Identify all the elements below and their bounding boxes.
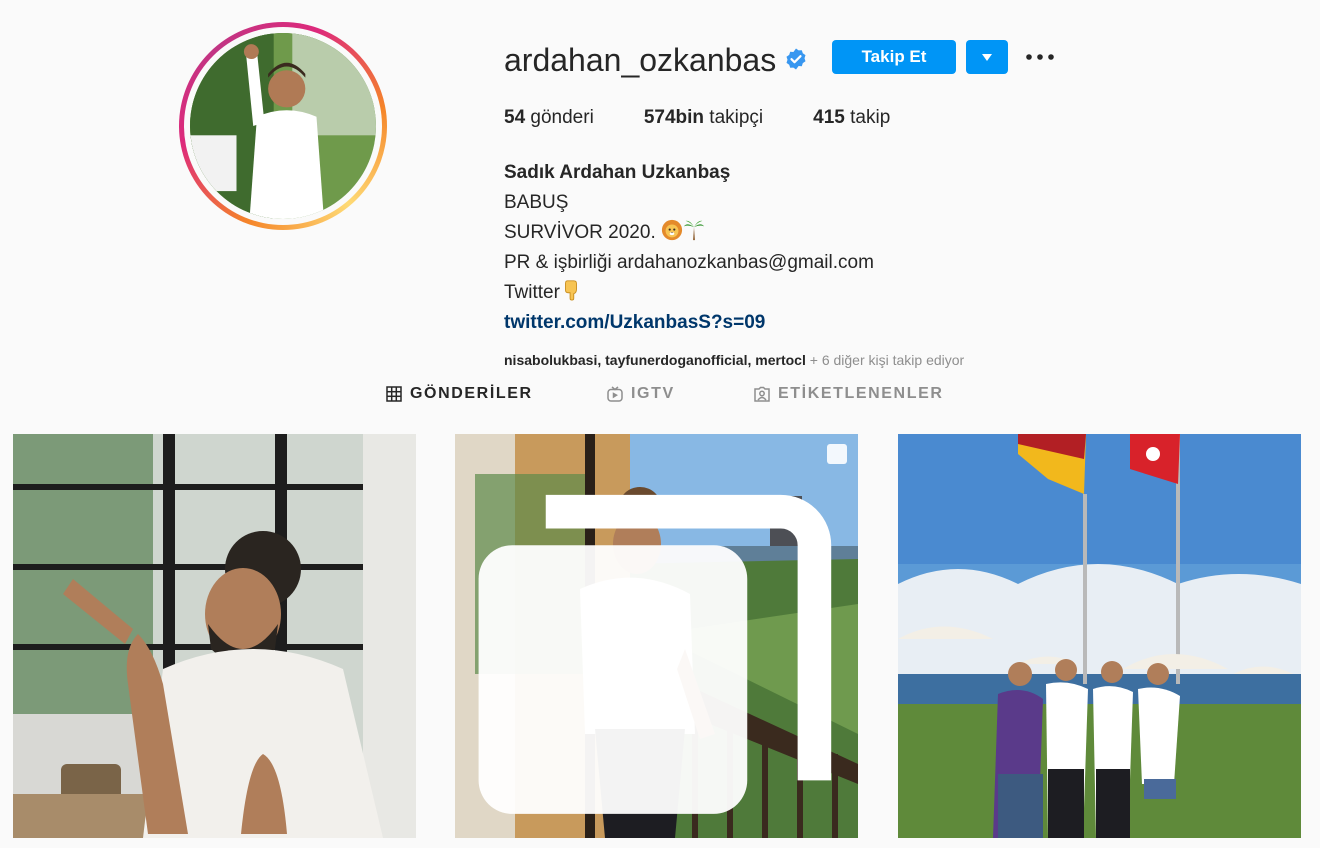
- tagged-icon: [754, 386, 770, 402]
- following-count[interactable]: 415 takip: [813, 107, 890, 129]
- caret-down-icon: [982, 53, 992, 61]
- profile-stats: 54 gönderi 574bin takipçi 415 takip: [504, 107, 940, 129]
- igtv-icon: [607, 386, 623, 402]
- suggestions-dropdown-button[interactable]: [966, 40, 1008, 74]
- follower-name[interactable]: mertocl: [755, 352, 806, 368]
- bio-line: Twitter: [504, 278, 874, 308]
- follower-name[interactable]: nisabolukbasi: [504, 352, 597, 368]
- pointing-down-emoji-icon: [564, 280, 577, 301]
- followed-by[interactable]: nisabolukbasi, tayfunerdoganofficial, me…: [504, 352, 964, 368]
- bio-line: BABUŞ: [504, 192, 569, 213]
- story-ring[interactable]: [179, 22, 387, 230]
- post-image: [898, 434, 1301, 838]
- avatar: [190, 33, 376, 219]
- post-thumbnail[interactable]: [13, 434, 416, 838]
- lion-emoji-icon: [661, 219, 683, 241]
- bio-line: PR & işbirliği ardahanozkanbas@gmail.com: [504, 252, 874, 273]
- post-thumbnail[interactable]: [455, 434, 858, 838]
- profile-page: ardahan_ozkanbas Takip Et 54 gönderi 574…: [0, 0, 1320, 848]
- external-link[interactable]: twitter.com/UzkanbasS?s=09: [504, 308, 874, 338]
- post-image: [13, 434, 416, 838]
- followers-count[interactable]: 574bin takipçi: [644, 107, 763, 129]
- profile-tabs: GÖNDERİLER IGTV ETİKETLENENLER: [0, 385, 1320, 413]
- full-name: Sadık Ardahan Uzkanbaş: [504, 162, 731, 183]
- tab-igtv[interactable]: IGTV: [607, 385, 675, 403]
- grid-icon: [386, 386, 402, 402]
- tab-tagged[interactable]: ETİKETLENENLER: [754, 385, 944, 403]
- profile-bio: Sadık Ardahan Uzkanbaş BABUŞ SURVİVOR 20…: [504, 158, 874, 338]
- palm-tree-emoji-icon: [683, 220, 705, 241]
- follow-button[interactable]: Takip Et: [832, 40, 956, 74]
- username: ardahan_ozkanbas: [504, 42, 777, 78]
- ellipsis-icon: [1026, 54, 1054, 60]
- multiple-photos-icon: [478, 494, 832, 814]
- post-thumbnail[interactable]: [898, 434, 1301, 838]
- followed-by-suffix: + 6 diğer kişi takip ediyor: [805, 352, 965, 368]
- more-options-button[interactable]: [1022, 44, 1058, 70]
- tab-posts[interactable]: GÖNDERİLER: [386, 385, 533, 403]
- follower-name[interactable]: tayfunerdoganofficial: [605, 352, 747, 368]
- bio-line: SURVİVOR 2020.: [504, 218, 874, 248]
- posts-count: 54 gönderi: [504, 107, 594, 128]
- verified-badge-icon: [786, 48, 806, 70]
